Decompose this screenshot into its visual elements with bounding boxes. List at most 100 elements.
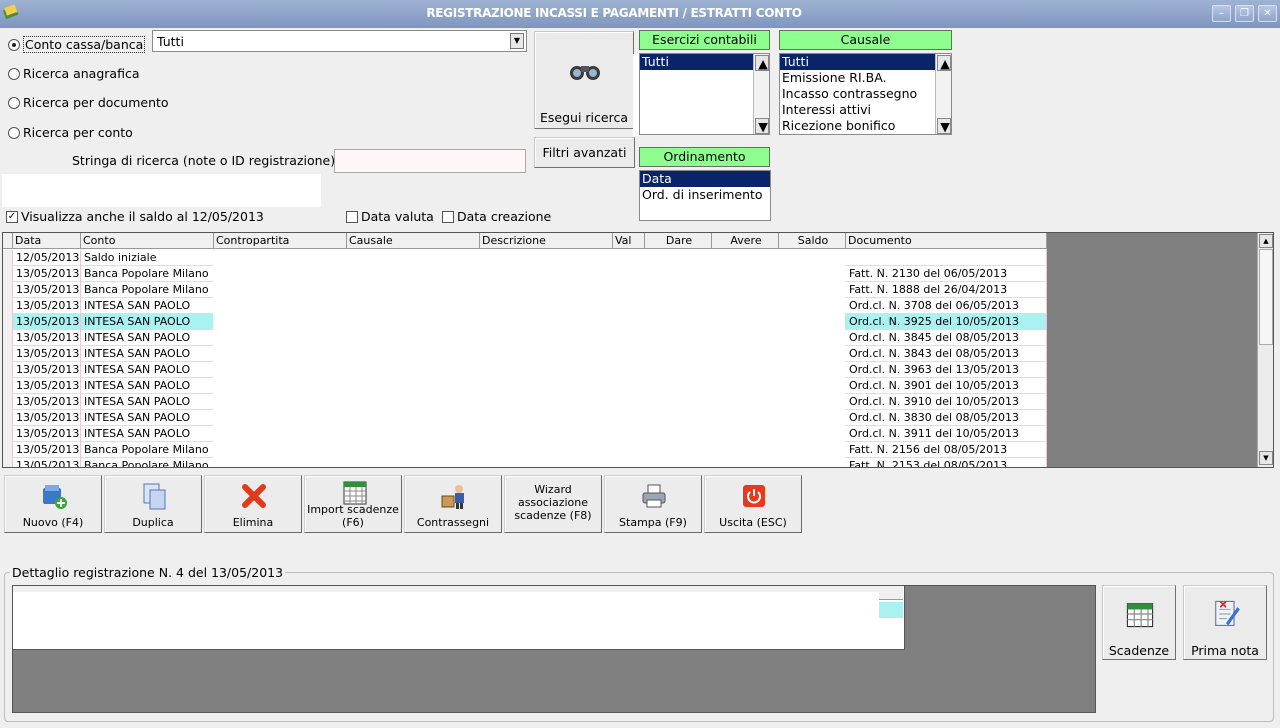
cell-data: 13/05/2013 [13,266,81,282]
row-indicator[interactable] [3,426,13,442]
col-val[interactable]: Val [613,233,645,249]
delete-button[interactable]: Elimina [204,475,302,533]
row-indicator[interactable] [3,394,13,410]
fiscal-years-header: Esercizi contabili [639,30,770,50]
creation-date-checkbox[interactable]: Data creazione [442,209,551,224]
show-balance-checkbox[interactable]: ✓ Visualizza anche il saldo al 12/05/201… [6,209,264,224]
search-string-input[interactable] [334,149,526,173]
row-indicator[interactable] [3,378,13,394]
prima-nota-button[interactable]: Prima nota [1183,585,1267,660]
row-indicator[interactable] [3,298,13,314]
calendar-import-icon [343,481,367,505]
col-descrizione[interactable]: Descrizione [480,233,613,249]
ordering-header: Ordinamento [639,147,770,167]
grid-scrollbar[interactable]: ▲ ▼ [1257,233,1273,467]
scroll-up-icon[interactable]: ▲ [1259,234,1273,248]
list-item[interactable]: Emissione RI.BA. [780,70,951,86]
import-button-label: Import scadenze (F6) [307,503,399,529]
ordering-list[interactable]: Data Ord. di inserimento [639,170,771,221]
search-button[interactable]: Esegui ricerca [534,31,634,129]
duplicate-button[interactable]: Duplica [104,475,202,533]
new-button[interactable]: Nuovo (F4) [4,475,102,533]
causale-scrollbar[interactable]: ▲ ▼ [935,54,951,134]
wizard-button-label: Wizard associazione scadenze (F8) [514,483,592,522]
radio-conto-cassa-banca[interactable]: Conto cassa/banca [8,36,146,53]
col-saldo[interactable]: Saldo [779,233,846,249]
row-indicator[interactable] [3,314,13,330]
advanced-filters-button[interactable]: Filtri avanzati [534,137,635,168]
creation-date-label: Data creazione [457,209,552,224]
cell-data: 13/05/2013 [13,458,81,467]
col-dare[interactable]: Dare [645,233,712,249]
value-date-checkbox[interactable]: Data valuta [346,209,434,224]
radio-label: Ricerca per documento [23,95,169,110]
list-item[interactable]: Ord. di inserimento [640,187,770,203]
value-date-label: Data valuta [361,209,434,224]
cell-documento: Fatt. N. 2153 del 08/05/2013 [846,458,1047,467]
cell-documento: Fatt. N. 1888 del 26/04/2013 [846,282,1047,298]
scroll-down-icon[interactable]: ▼ [755,118,769,134]
col-contropartita[interactable]: Contropartita [214,233,347,249]
radio-ricerca-conto[interactable]: Ricerca per conto [8,125,133,140]
row-indicator[interactable] [3,266,13,282]
cell-documento: Ord.cl. N. 3845 del 08/05/2013 [846,330,1047,346]
col-documento[interactable]: Documento [846,233,1047,249]
cell-documento [846,250,1047,266]
row-indicator[interactable] [3,458,13,467]
checkbox-icon [346,210,358,223]
col-causale[interactable]: Causale [347,233,480,249]
scroll-thumb[interactable] [1259,249,1273,345]
scadenze-button[interactable]: Scadenze [1102,585,1176,660]
cell-conto: Banca Popolare Milano [81,282,214,298]
scroll-up-icon[interactable]: ▲ [937,55,951,71]
print-button[interactable]: Stampa (F9) [604,475,702,533]
detail-grid[interactable] [12,585,1096,713]
col-data[interactable]: Data [13,233,81,249]
title-bar: REGISTRAZIONE INCASSI E PAGAMENTI / ESTR… [0,0,1280,28]
scroll-down-icon[interactable]: ▼ [1259,451,1273,465]
cell-conto: Banca Popolare Milano [81,266,214,282]
cell-documento: Ord.cl. N. 3925 del 10/05/2013 [846,314,1047,330]
row-indicator[interactable] [3,362,13,378]
wizard-button[interactable]: Wizard associazione scadenze (F8) [504,475,602,533]
delete-button-label: Elimina [232,516,274,529]
close-button[interactable]: ✕ [1258,5,1277,22]
scroll-up-icon[interactable]: ▲ [755,55,769,71]
list-item[interactable]: Interessi attivi [780,102,951,118]
list-item[interactable]: Data [640,171,770,187]
cell-documento: Ord.cl. N. 3963 del 13/05/2013 [846,362,1047,378]
chevron-down-icon[interactable]: ▼ [510,33,524,49]
radio-ricerca-documento[interactable]: Ricerca per documento [8,95,169,110]
row-indicator[interactable] [3,330,13,346]
list-item[interactable]: Ricezione bonifico [780,118,951,134]
cell-conto: INTESA SAN PAOLO [81,362,214,378]
contrassegni-button[interactable]: Contrassegni [404,475,502,533]
causale-list[interactable]: Tutti Emissione RI.BA. Incasso contrasse… [779,53,952,135]
contrassegni-button-label: Contrassegni [416,516,490,529]
account-combo[interactable]: Tutti ▼ [152,30,527,52]
cell-conto: INTESA SAN PAOLO [81,298,214,314]
list-item[interactable]: Tutti [780,54,935,70]
exit-button[interactable]: Uscita (ESC) [704,475,802,533]
restore-button[interactable]: ❐ [1235,5,1254,22]
list-item[interactable]: Tutti [640,54,754,70]
journal-edit-icon [1215,600,1240,626]
import-scadenze-button[interactable]: Import scadenze (F6) [304,475,402,533]
row-indicator[interactable] [3,410,13,426]
row-indicator[interactable] [3,346,13,362]
list-item[interactable]: Incasso contrassegno [780,86,951,102]
minimize-button[interactable]: – [1212,5,1231,22]
col-avere[interactable]: Avere [712,233,779,249]
fiscal-years-scrollbar[interactable]: ▲ ▼ [753,54,769,134]
fiscal-years-list[interactable]: Tutti ▲ ▼ [639,53,770,135]
row-indicator[interactable] [3,442,13,458]
row-indicator[interactable] [3,282,13,298]
radio-ricerca-anagrafica[interactable]: Ricerca anagrafica [8,66,139,81]
row-indicator[interactable] [3,250,13,266]
cell-documento: Ord.cl. N. 3911 del 10/05/2013 [846,426,1047,442]
col-conto[interactable]: Conto [81,233,214,249]
cell-data: 13/05/2013 [13,282,81,298]
transactions-grid[interactable]: Data Conto Contropartita Causale Descriz… [2,232,1274,468]
printer-icon [642,484,666,508]
scroll-down-icon[interactable]: ▼ [937,118,951,134]
